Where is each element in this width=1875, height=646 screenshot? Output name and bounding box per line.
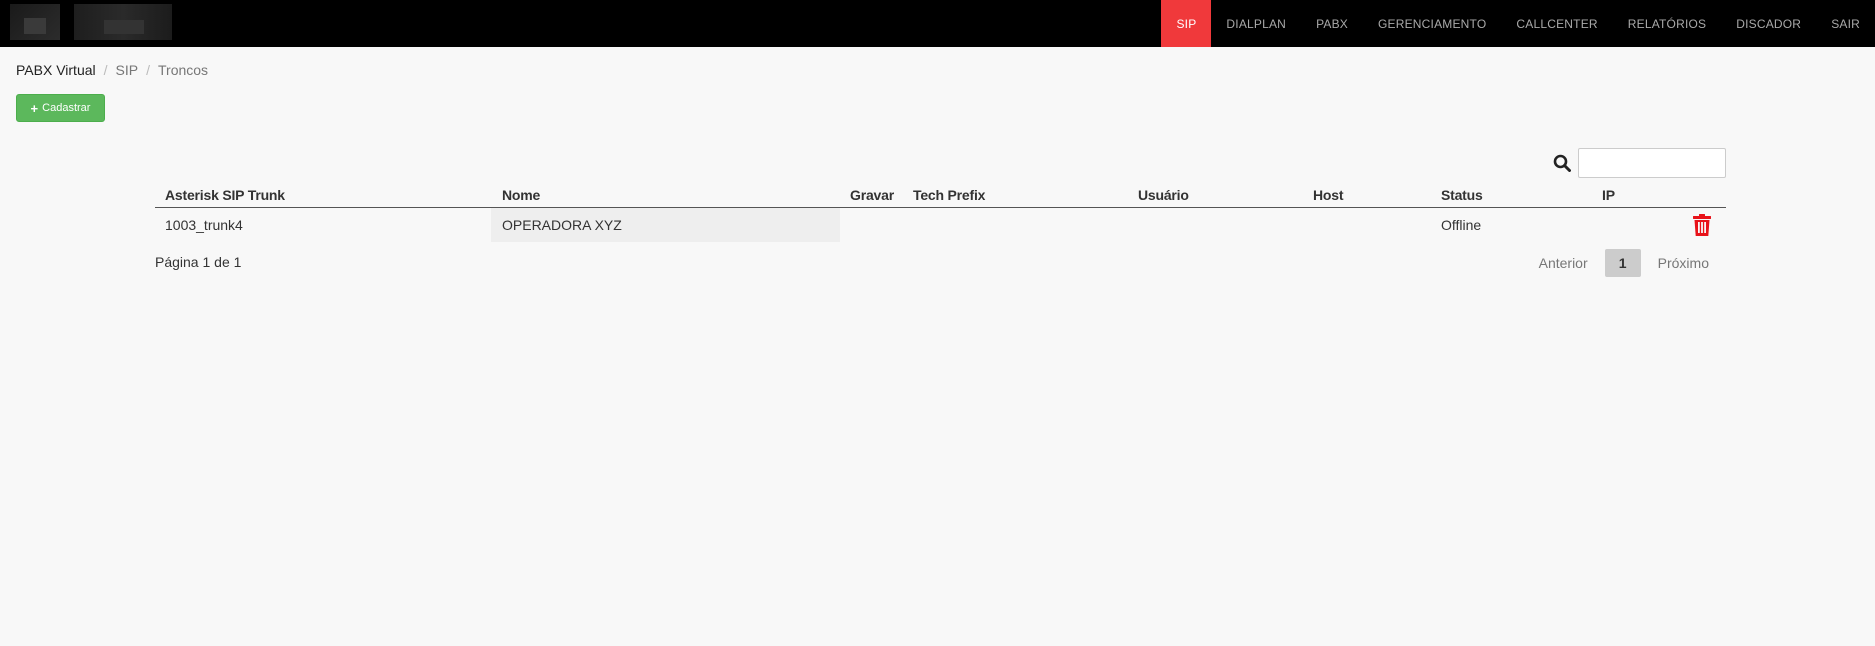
column-header-status[interactable]: Status	[1441, 187, 1483, 203]
column-header-gravar[interactable]: Gravar	[850, 187, 894, 203]
cell-trunk[interactable]: 1003_trunk4	[165, 208, 243, 242]
cell-status: Offline	[1441, 217, 1482, 233]
plus-icon: +	[30, 100, 39, 116]
nav-item-sip[interactable]: SIP	[1161, 0, 1212, 47]
pagination-current-page[interactable]: 1	[1604, 249, 1641, 277]
nav-item-discador[interactable]: DISCADOR	[1721, 0, 1816, 47]
pagination-next[interactable]: Próximo	[1641, 255, 1726, 271]
trash-icon[interactable]	[1690, 213, 1714, 237]
cell-nome[interactable]: OPERADORA XYZ	[491, 208, 840, 242]
breadcrumb-separator: /	[146, 62, 150, 78]
nav-item-sair[interactable]: SAIR	[1816, 0, 1875, 47]
table-row[interactable]: 1003_trunk4 OPERADORA XYZ Offline	[155, 208, 1726, 242]
column-header-ip[interactable]: IP	[1602, 187, 1615, 203]
brand-logo[interactable]	[10, 4, 60, 40]
breadcrumb: PABX Virtual / SIP / Troncos	[16, 62, 208, 78]
column-header-nome[interactable]: Nome	[502, 187, 540, 203]
breadcrumb-separator: /	[103, 62, 108, 78]
breadcrumb-item-troncos: Troncos	[158, 62, 209, 78]
pagination-prev[interactable]: Anterior	[1522, 255, 1605, 271]
brand-name-logo[interactable]	[74, 4, 172, 40]
column-header-tech-prefix[interactable]: Tech Prefix	[913, 187, 985, 203]
column-header-host[interactable]: Host	[1313, 187, 1344, 203]
add-trunk-label: Cadastrar	[42, 102, 91, 114]
nav-item-gerenciamento[interactable]: GERENCIAMENTO	[1363, 0, 1501, 47]
add-trunk-button[interactable]: + Cadastrar	[16, 94, 105, 122]
search-input[interactable]	[1578, 148, 1726, 178]
nav-item-dialplan[interactable]: DIALPLAN	[1211, 0, 1301, 47]
search-icon	[1553, 154, 1571, 172]
column-header-usuario[interactable]: Usuário	[1138, 187, 1189, 203]
nav-item-pabx[interactable]: PABX	[1301, 0, 1363, 47]
pagination: Anterior 1 Próximo	[1522, 249, 1726, 277]
trunks-table: Asterisk SIP Trunk Nome Gravar Tech Pref…	[155, 184, 1726, 242]
table-header: Asterisk SIP Trunk Nome Gravar Tech Pref…	[155, 184, 1726, 208]
pagination-info: Página 1 de 1	[155, 254, 242, 270]
top-navbar: SIP DIALPLAN PABX GERENCIAMENTO CALLCENT…	[0, 0, 1875, 47]
main-nav: SIP DIALPLAN PABX GERENCIAMENTO CALLCENT…	[1161, 0, 1875, 47]
column-header-trunk[interactable]: Asterisk SIP Trunk	[165, 187, 285, 203]
breadcrumb-item-sip[interactable]: SIP	[116, 62, 139, 78]
nav-item-callcenter[interactable]: CALLCENTER	[1501, 0, 1612, 47]
nav-item-relatorios[interactable]: RELATÓRIOS	[1613, 0, 1721, 47]
breadcrumb-root[interactable]: PABX Virtual	[16, 62, 96, 78]
